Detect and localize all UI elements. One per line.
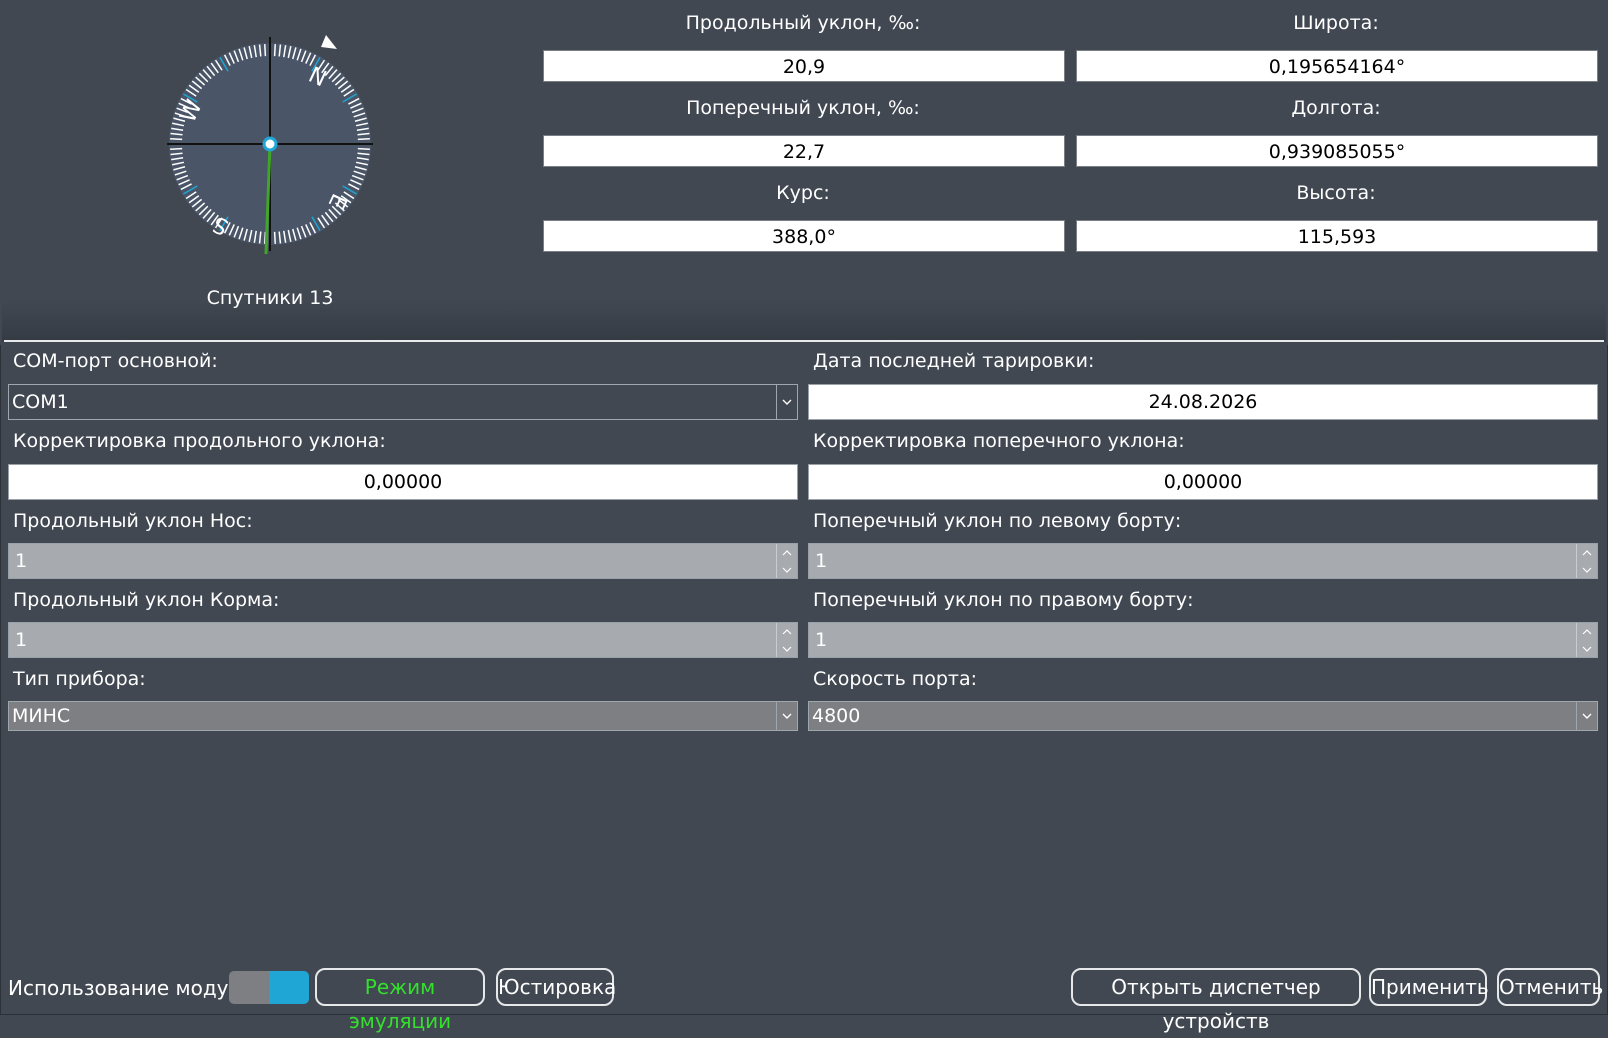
device-type-label: Тип прибора:: [13, 668, 146, 690]
chevron-down-icon[interactable]: [776, 702, 797, 730]
compass-tick: [170, 138, 183, 141]
device-type-select[interactable]: МИНС: [8, 701, 798, 731]
port-speed-select[interactable]: 4800: [808, 701, 1598, 731]
chevron-up-icon[interactable]: [1577, 544, 1597, 561]
device-manager-button[interactable]: Открыть диспетчер устройств: [1071, 968, 1361, 1033]
transverse-slope-label: Поперечный уклон, ‰:: [686, 97, 920, 119]
long-stern-label: Продольный уклон Корма:: [13, 589, 280, 611]
compass-tick: [264, 44, 267, 57]
trans-right-stepper[interactable]: 1: [808, 622, 1598, 658]
compass-tick: [357, 138, 370, 141]
trans-left-value: 1: [815, 550, 828, 572]
compass-icon: N E S W: [167, 35, 373, 255]
altitude-label: Высота:: [1296, 182, 1376, 204]
compass-tick: [170, 147, 183, 150]
course-value: 388,0°: [543, 220, 1065, 252]
trans-right-value: 1: [815, 629, 828, 651]
device-type-value: МИНС: [12, 705, 71, 727]
compass-tick: [357, 147, 370, 150]
toggle-off-half: [229, 971, 269, 1004]
long-bow-stepper[interactable]: 1: [8, 543, 798, 579]
chevron-down-icon[interactable]: [1576, 702, 1597, 730]
com-port-value: COM1: [12, 391, 69, 413]
chevron-down-icon[interactable]: [777, 561, 797, 578]
longitudinal-slope-value: 20,9: [543, 50, 1065, 82]
transverse-slope-value: 22,7: [543, 135, 1065, 167]
chevron-down-icon[interactable]: [1577, 561, 1597, 578]
satellites-label: Спутники 13: [206, 287, 334, 309]
chevron-up-icon[interactable]: [777, 544, 797, 561]
trans-left-label: Поперечный уклон по левому борту:: [813, 510, 1182, 532]
trans-correction-input[interactable]: 0,00000: [808, 464, 1598, 500]
apply-button[interactable]: Применить: [1369, 968, 1489, 1006]
compass-tick: [273, 44, 276, 57]
latitude-label: Широта:: [1293, 12, 1379, 34]
com-port-label: COM-порт основной:: [13, 350, 218, 372]
chevron-up-icon[interactable]: [1577, 623, 1597, 640]
long-stern-value: 1: [15, 629, 28, 651]
chevron-down-icon[interactable]: [777, 640, 797, 657]
calibration-date-field[interactable]: 24.08.2026: [808, 384, 1598, 420]
emulation-mode-button[interactable]: Режим эмуляции: [315, 968, 485, 1033]
long-bow-label: Продольный уклон Нос:: [13, 510, 253, 532]
course-label: Курс:: [776, 182, 830, 204]
long-bow-value: 1: [15, 550, 28, 572]
long-stern-stepper[interactable]: 1: [8, 622, 798, 658]
trans-correction-label: Корректировка поперечного уклона:: [813, 430, 1185, 452]
longitude-value: 0,939085055°: [1076, 135, 1598, 167]
long-correction-label: Корректировка продольного уклона:: [13, 430, 386, 452]
com-port-select[interactable]: COM1: [8, 384, 798, 420]
compass-tick: [273, 231, 276, 244]
longitude-label: Долгота:: [1291, 97, 1381, 119]
trans-left-stepper[interactable]: 1: [808, 543, 1598, 579]
port-speed-label: Скорость порта:: [813, 668, 978, 690]
long-correction-input[interactable]: 0,00000: [8, 464, 798, 500]
latitude-value: 0,195654164°: [1076, 50, 1598, 82]
adjust-button[interactable]: Юстировка: [496, 968, 616, 1006]
chevron-down-icon[interactable]: [1577, 640, 1597, 657]
trans-right-label: Поперечный уклон по правому борту:: [813, 589, 1194, 611]
cancel-button[interactable]: Отменить: [1497, 968, 1603, 1006]
port-speed-value: 4800: [812, 705, 861, 727]
toggle-on-half: [269, 971, 309, 1004]
chevron-down-icon[interactable]: [776, 385, 797, 419]
chevron-up-icon[interactable]: [777, 623, 797, 640]
divider: [4, 340, 1604, 342]
module-usage-label: Использование модуля: [8, 976, 254, 1000]
compass-center: [262, 136, 278, 152]
altitude-value: 115,593: [1076, 220, 1598, 252]
calibration-date-label: Дата последней тарировки:: [813, 350, 1095, 372]
longitudinal-slope-label: Продольный уклон, ‰:: [685, 12, 921, 34]
module-usage-toggle[interactable]: [229, 971, 309, 1004]
heading-marker-icon: [321, 35, 337, 49]
